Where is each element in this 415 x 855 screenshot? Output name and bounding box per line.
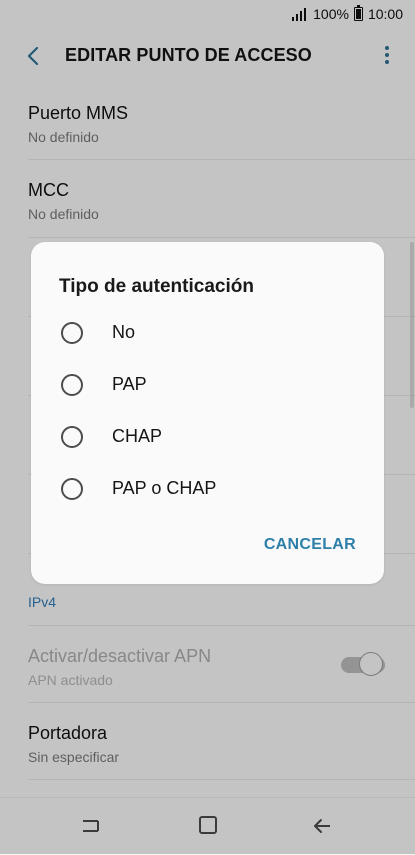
option-label: PAP o CHAP (112, 478, 217, 498)
dialog-title: Tipo de autenticación (59, 276, 254, 297)
scrollbar[interactable] (410, 242, 414, 408)
radio-button[interactable] (61, 426, 83, 448)
option-label: No (112, 322, 136, 342)
radio-button[interactable] (61, 374, 83, 396)
option-pap-o-chap[interactable]: PAP o CHAP (31, 464, 384, 516)
cancel-button[interactable]: CANCELAR (264, 536, 356, 554)
screen: 100% 10:00 EDITAR PUNTO DE ACCESO Puerto… (0, 0, 415, 855)
option-label: CHAP (112, 426, 163, 446)
radio-button[interactable] (61, 478, 83, 500)
option-pap[interactable]: PAP (31, 360, 384, 412)
option-label: PAP (112, 374, 147, 394)
option-chap[interactable]: CHAP (31, 412, 384, 464)
option-no[interactable]: No (31, 308, 384, 360)
authentication-type-dialog: Tipo de autenticación No PAP CHAP PAP o … (31, 242, 384, 584)
radio-button[interactable] (61, 322, 83, 344)
